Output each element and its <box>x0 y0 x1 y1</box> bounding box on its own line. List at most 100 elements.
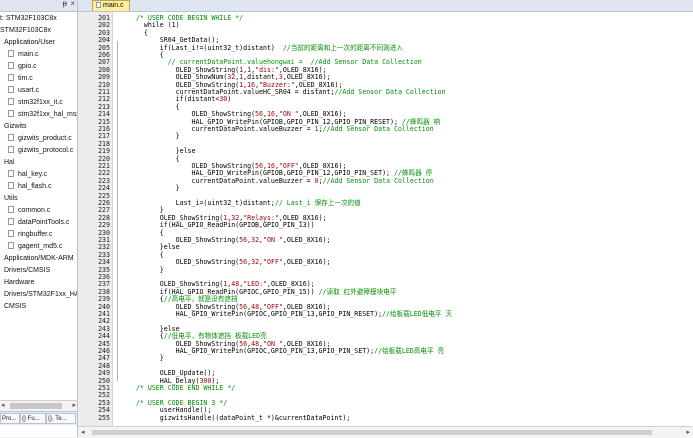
scroll-right-icon[interactable]: ▸ <box>686 428 690 436</box>
code-line[interactable]: HAL_GPIO_WritePin(GPIOC,GPIO_PIN_13,GPIO… <box>128 347 445 355</box>
tree-item-label: CMSIS <box>4 303 27 310</box>
group-item[interactable]: Gizwits <box>0 121 27 132</box>
editor-horizontal-scrollbar[interactable]: ◂ ▸ <box>78 426 693 438</box>
file-item[interactable]: ringbuffer.c <box>0 229 53 240</box>
file-item[interactable]: usart.c <box>0 85 39 96</box>
tree-item-label: main.c <box>18 51 39 58</box>
project-horizontal-scrollbar[interactable]: ◂ ▸ <box>0 400 77 411</box>
c-file-icon <box>8 86 14 93</box>
c-file-icon <box>8 134 14 141</box>
file-item[interactable]: stm32f1xx_hal_msp <box>0 109 78 120</box>
code-comment: //当前的距离和上一次的距离不同则进入 <box>282 43 403 52</box>
code-token: } <box>128 265 164 274</box>
pin-icon[interactable]: ᵽ <box>63 0 67 8</box>
code-line[interactable]: } <box>128 355 164 362</box>
group-item[interactable]: Drivers/CMSIS <box>0 265 50 276</box>
file-item[interactable]: gagent_md5.c <box>0 241 62 252</box>
file-item[interactable]: gizwits_product.c <box>0 133 72 144</box>
project-panel-header: ᵽ × <box>0 0 77 12</box>
group-item[interactable]: Hal <box>0 157 15 168</box>
group-item[interactable]: Utils <box>0 193 18 204</box>
code-token: 56 <box>239 236 248 244</box>
code-comment: //给板载LED低电平 灭 <box>382 310 453 318</box>
code-line[interactable]: } <box>128 133 180 140</box>
file-item[interactable]: gpio.c <box>0 61 37 72</box>
scroll-right-icon[interactable]: ▸ <box>72 401 76 409</box>
group-item[interactable]: Drivers/STM32F1xx_HAL <box>0 289 78 300</box>
line-number-gutter: 201 202 203 204 205 206 207 208 209 210 211 212 213 2… <box>78 12 113 426</box>
code-comment: // Last_i 保存上一次的值 <box>274 199 361 207</box>
fold-guide <box>117 41 118 381</box>
code-line[interactable]: /* USER CODE END WHILE */ <box>128 384 236 392</box>
code-comment: //Add Sensor Data Collection <box>322 125 434 133</box>
c-file-icon <box>8 218 14 225</box>
tree-item-label: gizwits_product.c <box>18 135 72 142</box>
group-item[interactable]: Application/MDK-ARM <box>0 253 74 264</box>
scroll-left-icon[interactable]: ◂ <box>1 401 5 409</box>
file-item[interactable]: hal_key.c <box>0 169 47 180</box>
code-token: 56 <box>239 258 248 267</box>
code-token: HAL_GPIO_WritePin(GPIOC,GPIO_PIN_13,GPIO… <box>128 347 375 355</box>
code-line[interactable]: gizwitsHandle((dataPoint_t *)&currentDat… <box>128 413 351 422</box>
close-icon[interactable]: × <box>70 0 75 8</box>
file-item[interactable]: common.c <box>0 205 50 216</box>
c-file-icon <box>8 230 14 237</box>
group-item[interactable]: t: STM32F103C8x <box>0 13 57 24</box>
tree-item-label: stm32f1xx_it.c <box>18 99 63 106</box>
group-item[interactable]: Hardware <box>0 277 34 288</box>
editor-tab-bar: main.c <box>78 0 693 12</box>
c-file-icon <box>8 170 14 177</box>
code-comment: //Add Sensor Data Collection <box>322 176 434 185</box>
c-file-icon <box>8 98 14 105</box>
tree-item-label: hal_flash.c <box>18 183 52 190</box>
tree-item-label: dataPointTools.c <box>18 219 70 226</box>
group-item[interactable]: Application/User <box>0 37 55 48</box>
file-item[interactable]: stm32f1xx_it.c <box>0 97 63 108</box>
code-token: 32 <box>251 236 260 244</box>
code-line[interactable]: if(Last_i!=(uint32_t)distant) //当前的距离和上一… <box>128 43 403 52</box>
tab-label: main.c <box>103 2 124 9</box>
file-item[interactable]: main.c <box>0 49 39 60</box>
code-comment: //给板载LED高电平 亮 <box>374 347 445 355</box>
code-token: } <box>128 132 180 141</box>
code-line[interactable]: } <box>128 265 164 274</box>
code-token: ) <box>227 95 232 104</box>
code-line[interactable]: } <box>128 184 180 193</box>
tree-item-label: ringbuffer.c <box>18 231 53 238</box>
scroll-thumb[interactable] <box>92 430 652 435</box>
code-editor[interactable]: 201 202 203 204 205 206 207 208 209 210 211 212 213 2… <box>78 12 693 426</box>
tab-functions[interactable]: {} Fu... <box>20 413 46 424</box>
file-icon <box>96 2 101 8</box>
tree-item-label: common.c <box>18 207 51 214</box>
tree-item-label: stm32f1xx_hal_msp <box>18 111 78 118</box>
tab-templates[interactable]: {}, Te... <box>46 413 76 424</box>
tree-item-label: t: STM32F103C8x <box>0 15 57 22</box>
c-file-icon <box>8 206 14 213</box>
code-token: "ON " <box>263 236 283 244</box>
c-file-icon <box>8 62 14 69</box>
code-token: } <box>128 184 180 193</box>
group-item[interactable]: CMSIS <box>0 301 26 312</box>
tree-item-label: gizwits_protocol.c <box>18 147 74 154</box>
file-item[interactable]: gizwits_protocol.c <box>0 145 73 156</box>
tree-item-label: gpio.c <box>18 63 37 70</box>
code-token: gizwitsHandle((dataPoint_t *)&currentDat… <box>128 413 351 422</box>
tree-item-label: STM32F103C8x <box>0 27 51 34</box>
tree-item-label: Gizwits <box>4 123 27 130</box>
file-item[interactable]: dataPointTools.c <box>0 217 69 228</box>
code-comment: /* USER CODE END WHILE */ <box>128 384 236 392</box>
group-item[interactable]: STM32F103C8x <box>0 25 51 36</box>
file-item[interactable]: tim.c <box>0 73 33 84</box>
scroll-thumb[interactable] <box>10 403 62 409</box>
scroll-left-icon[interactable]: ◂ <box>81 428 85 436</box>
code-token: HAL_GPIO_WritePin(GPIOC,GPIO_PIN_13,GPIO… <box>128 310 383 318</box>
tree-item-label: usart.c <box>18 87 40 94</box>
tab-project[interactable]: Pro... <box>0 413 20 424</box>
tab-main-c[interactable]: main.c <box>92 0 130 11</box>
tree-item-label: Drivers/STM32F1xx_HAL <box>4 291 78 298</box>
fold-margin[interactable] <box>113 12 123 426</box>
tree-item-label: Application/MDK-ARM <box>4 255 74 262</box>
code-line[interactable]: HAL_GPIO_WritePin(GPIOC,GPIO_PIN_13,GPIO… <box>128 310 453 318</box>
tree-item-label: gagent_md5.c <box>18 243 63 250</box>
file-item[interactable]: hal_flash.c <box>0 181 51 192</box>
